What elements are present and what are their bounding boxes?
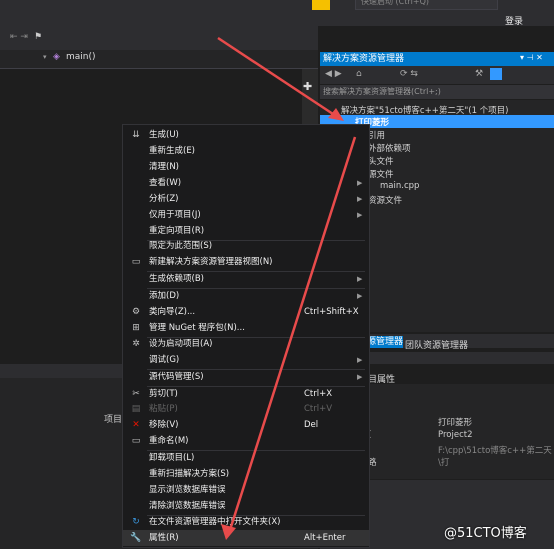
back-forward-icon[interactable]: ◀ ▶ xyxy=(325,69,342,79)
menu-item-analyze[interactable]: 分析(Z) ▶ xyxy=(123,191,369,207)
navigation-bar xyxy=(0,50,318,69)
wrench-icon: 🔧 xyxy=(130,533,142,543)
submenu-arrow-icon: ▶ xyxy=(357,211,363,219)
submenu-arrow-icon: ▶ xyxy=(357,275,363,283)
solution-explorer-toolbar: ◀ ▶ ⌂ ⟳ ⇆ ⚒ xyxy=(320,66,554,84)
menu-item-new-view[interactable]: ▭ 新建解决方案资源管理器视图(N) xyxy=(123,254,369,270)
paste-icon: ▤ xyxy=(131,404,141,414)
rename-icon: ▭ xyxy=(131,436,141,446)
menu-item-rebuild[interactable]: 重新生成(E) xyxy=(123,143,369,159)
menu-item-scope[interactable]: 限定为此范围(S) xyxy=(123,238,369,254)
properties-icon[interactable]: ⚒ xyxy=(475,69,483,79)
refresh-icon: ↻ xyxy=(132,517,140,527)
menu-item-nuget[interactable]: ⊞ 管理 NuGet 程序包(N)... xyxy=(123,320,369,336)
tree-node-references[interactable]: 引用 xyxy=(368,129,385,141)
tab-team-explorer[interactable]: 团队资源管理器 xyxy=(405,338,468,351)
property-value-name[interactable]: 打印菱形 xyxy=(438,416,472,428)
class-wizard-icon: ⚙ xyxy=(131,307,141,317)
menu-item-build-deps[interactable]: 生成依赖项(B) ▶ xyxy=(123,271,369,287)
menu-item-retarget[interactable]: 重定向项目(R) xyxy=(123,223,369,239)
build-icon: ⇊ xyxy=(132,130,140,140)
tree-node-resources[interactable]: 资源文件 xyxy=(368,194,402,206)
menu-item-set-startup[interactable]: ✲ 设为启动项目(A) xyxy=(123,336,369,352)
menu-item-project-only[interactable]: 仅用于项目(J) ▶ xyxy=(123,207,369,223)
solution-explorer-search[interactable]: 搜索解决方案资源管理器(Ctrl+;) xyxy=(320,85,554,99)
menu-item-view[interactable]: 查看(W) ▶ xyxy=(123,175,369,191)
menu-item-paste[interactable]: ▤ 粘贴(P) Ctrl+V xyxy=(123,401,369,417)
property-value-project[interactable]: Project2 xyxy=(438,430,473,440)
context-menu: ⇊ 生成(U) 重新生成(E) 清理(N) 查看(W) ▶ 分析(Z) ▶ 仅用于项目… xyxy=(122,124,370,548)
cut-icon: ✂ xyxy=(132,389,140,399)
dropdown-arrow-icon[interactable]: ▾ xyxy=(43,53,47,61)
new-view-icon: ▭ xyxy=(131,257,141,267)
menu-item-show-db-errors[interactable]: 显示浏览数据库错误 xyxy=(123,482,369,498)
menu-item-remove[interactable]: ✕ 移除(V) Del xyxy=(123,417,369,433)
tree-node-external-deps[interactable]: 外部依赖项 xyxy=(368,142,411,154)
submenu-arrow-icon: ▶ xyxy=(357,356,363,364)
bookmark-icon[interactable]: ⚑ xyxy=(34,32,42,42)
menu-item-class-wizard[interactable]: ⚙ 类向导(Z)... Ctrl+Shift+X xyxy=(123,304,369,320)
submenu-arrow-icon: ▶ xyxy=(357,292,363,300)
tree-node-sources[interactable]: 源文件 xyxy=(368,168,394,180)
watermark: @51CTO博客 xyxy=(444,526,527,541)
menu-item-open-folder[interactable]: ↻ 在文件资源管理器中打开文件夹(X) xyxy=(123,514,369,530)
item-column-label: 项目 xyxy=(104,415,123,425)
solution-explorer-title: 解决方案资源管理器 xyxy=(320,52,554,66)
feedback-icon[interactable] xyxy=(312,0,330,10)
menu-item-build[interactable]: ⇊ 生成(U) xyxy=(123,127,369,143)
home-icon[interactable]: ⌂ xyxy=(356,69,362,79)
method-dropdown[interactable]: main() xyxy=(66,52,96,62)
menu-item-rename[interactable]: ▭ 重命名(M) xyxy=(123,433,369,449)
menu-item-cut[interactable]: ✂ 剪切(T) Ctrl+X xyxy=(123,386,369,402)
pin-icon[interactable]: ▾ ⊣ ✕ xyxy=(520,53,543,62)
menu-item-clean[interactable]: 清理(N) xyxy=(123,159,369,175)
toolbar-icons[interactable]: ⇤ ⇥ xyxy=(10,32,28,42)
preview-icon[interactable] xyxy=(490,68,502,80)
solution-node[interactable]: 解决方案"51cto博客c++第二天"(1 个项目) xyxy=(341,104,509,116)
sync-icon[interactable]: ⟳ ⇆ xyxy=(400,69,418,79)
toolbar: ⚑ ⇤ ⇥ xyxy=(0,26,318,51)
menu-item-debug[interactable]: 调试(G) ▶ xyxy=(123,352,369,368)
menu-item-clear-db-errors[interactable]: 清除浏览数据库错误 xyxy=(123,498,369,514)
gear-icon: ✲ xyxy=(132,339,140,349)
submenu-arrow-icon: ▶ xyxy=(357,179,363,187)
login-link[interactable]: 登录 xyxy=(505,14,523,27)
submenu-arrow-icon: ▶ xyxy=(357,195,363,203)
menu-item-unload[interactable]: 卸载项目(L) xyxy=(123,450,369,466)
add-icon[interactable]: ✚ xyxy=(303,80,312,93)
submenu-arrow-icon: ▶ xyxy=(357,373,363,381)
tree-node-headers[interactable]: 头文件 xyxy=(368,155,394,167)
remove-icon: ✕ xyxy=(132,420,140,430)
quick-launch-input[interactable]: 快速启动 (Ctrl+Q) xyxy=(355,0,498,10)
menu-item-source-control[interactable]: 源代码管理(S) ▶ xyxy=(123,369,369,385)
nuget-icon: ⊞ xyxy=(132,323,140,333)
menu-item-properties[interactable]: 🔧 属性(R) Alt+Enter xyxy=(123,530,369,546)
menu-item-add[interactable]: 添加(D) ▶ xyxy=(123,288,369,304)
tree-node-main-cpp[interactable]: main.cpp xyxy=(380,181,419,191)
method-icon: ◈ xyxy=(53,52,60,62)
menu-item-rescan[interactable]: 重新扫描解决方案(S) xyxy=(123,466,369,482)
property-value-path[interactable]: F:\cpp\51cto博客c++第二天\打 xyxy=(438,444,554,468)
